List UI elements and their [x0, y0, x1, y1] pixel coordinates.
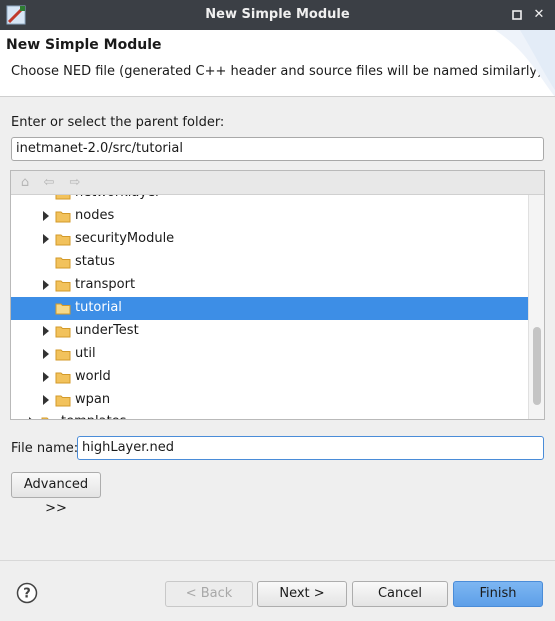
help-icon[interactable]: ? — [16, 582, 38, 604]
title-bar: New Simple Module ✕ — [0, 0, 555, 30]
expand-arrow-icon[interactable] — [41, 371, 51, 383]
folder-icon — [55, 326, 71, 338]
close-icon: ✕ — [533, 7, 545, 22]
file-name-input[interactable]: highLayer.ned — [77, 436, 544, 460]
folder-tree[interactable]: ⌂ ⇦ ⇨ networklayer nodes securityModule st… — [10, 170, 545, 420]
tree-row-label: transport — [75, 277, 136, 292]
next-button[interactable]: Next > — [257, 581, 347, 607]
scrollbar-thumb[interactable] — [533, 327, 541, 405]
svg-text:?: ? — [23, 587, 31, 602]
tree-row-label: nodes — [75, 208, 115, 223]
tree-row-wpan[interactable]: wpan — [11, 389, 530, 412]
back-arrow-icon[interactable]: ⇦ — [41, 175, 57, 191]
banner-decoration — [495, 30, 555, 96]
page-title: New Simple Module — [6, 37, 162, 53]
tree-rows: networklayer nodes securityModule status tr… — [11, 195, 530, 419]
expand-arrow-icon[interactable] — [41, 348, 51, 360]
expand-arrow-icon[interactable] — [41, 233, 51, 245]
tree-row-transport[interactable]: transport — [11, 274, 530, 297]
minimize-button[interactable] — [508, 6, 526, 24]
expand-arrow-icon[interactable] — [41, 394, 51, 406]
tree-row-tutorial[interactable]: tutorial — [11, 297, 530, 320]
parent-folder-input[interactable]: inetmanet-2.0/src/tutorial — [11, 137, 544, 161]
folder-icon — [55, 372, 71, 384]
folder-icon — [55, 303, 71, 315]
tree-row-label: world — [75, 369, 111, 384]
tree-row-securitymodule[interactable]: securityModule — [11, 228, 530, 251]
tree-row-label: tutorial — [75, 300, 122, 315]
folder-icon — [55, 349, 71, 361]
folder-icon — [55, 211, 71, 223]
expand-arrow-icon[interactable] — [41, 325, 51, 337]
home-icon[interactable]: ⌂ — [17, 175, 33, 191]
finish-button[interactable]: Finish — [453, 581, 543, 607]
footer-divider — [0, 560, 555, 561]
folder-icon — [55, 257, 71, 269]
file-name-label: File name: — [11, 441, 79, 456]
close-button[interactable]: ✕ — [530, 6, 548, 24]
tree-row-status[interactable]: status — [11, 251, 530, 274]
tree-row-partial-top[interactable]: networklayer — [11, 195, 530, 205]
tree-row-partial-bottom[interactable]: templates — [11, 411, 530, 419]
folder-icon — [41, 417, 57, 419]
restore-icon — [512, 10, 522, 20]
tree-toolbar: ⌂ ⇦ ⇨ — [11, 171, 544, 195]
tree-row-label: util — [75, 346, 96, 361]
parent-folder-label: Enter or select the parent folder: — [11, 115, 225, 130]
tree-row-label: networklayer — [75, 195, 160, 200]
tree-row-nodes[interactable]: nodes — [11, 205, 530, 228]
expand-arrow-icon[interactable] — [41, 279, 51, 291]
advanced-button[interactable]: Advanced >> — [11, 472, 101, 516]
expand-arrow-icon — [29, 417, 32, 419]
wizard-banner: New Simple Module Choose NED file (gener… — [0, 30, 555, 97]
tree-scrollbar[interactable] — [528, 195, 544, 419]
back-button[interactable]: < Back — [165, 581, 253, 607]
folder-icon — [55, 280, 71, 292]
cancel-button[interactable]: Cancel — [352, 581, 448, 607]
tree-row-label: securityModule — [75, 231, 175, 246]
tree-row-util[interactable]: util — [11, 343, 530, 366]
page-description: Choose NED file (generated C++ header an… — [11, 64, 543, 79]
tree-row-undertest[interactable]: underTest — [11, 320, 530, 343]
tree-row-label: wpan — [75, 392, 111, 407]
folder-icon — [55, 234, 71, 246]
tree-row-label: templates — [61, 414, 126, 419]
tree-row-label: status — [75, 254, 115, 269]
folder-icon — [55, 195, 71, 200]
tree-row-world[interactable]: world — [11, 366, 530, 389]
forward-arrow-icon[interactable]: ⇨ — [67, 175, 83, 191]
window-title: New Simple Module — [205, 7, 350, 22]
tree-row-label: underTest — [75, 323, 139, 338]
expand-arrow-icon[interactable] — [41, 210, 51, 222]
folder-icon — [55, 395, 71, 407]
